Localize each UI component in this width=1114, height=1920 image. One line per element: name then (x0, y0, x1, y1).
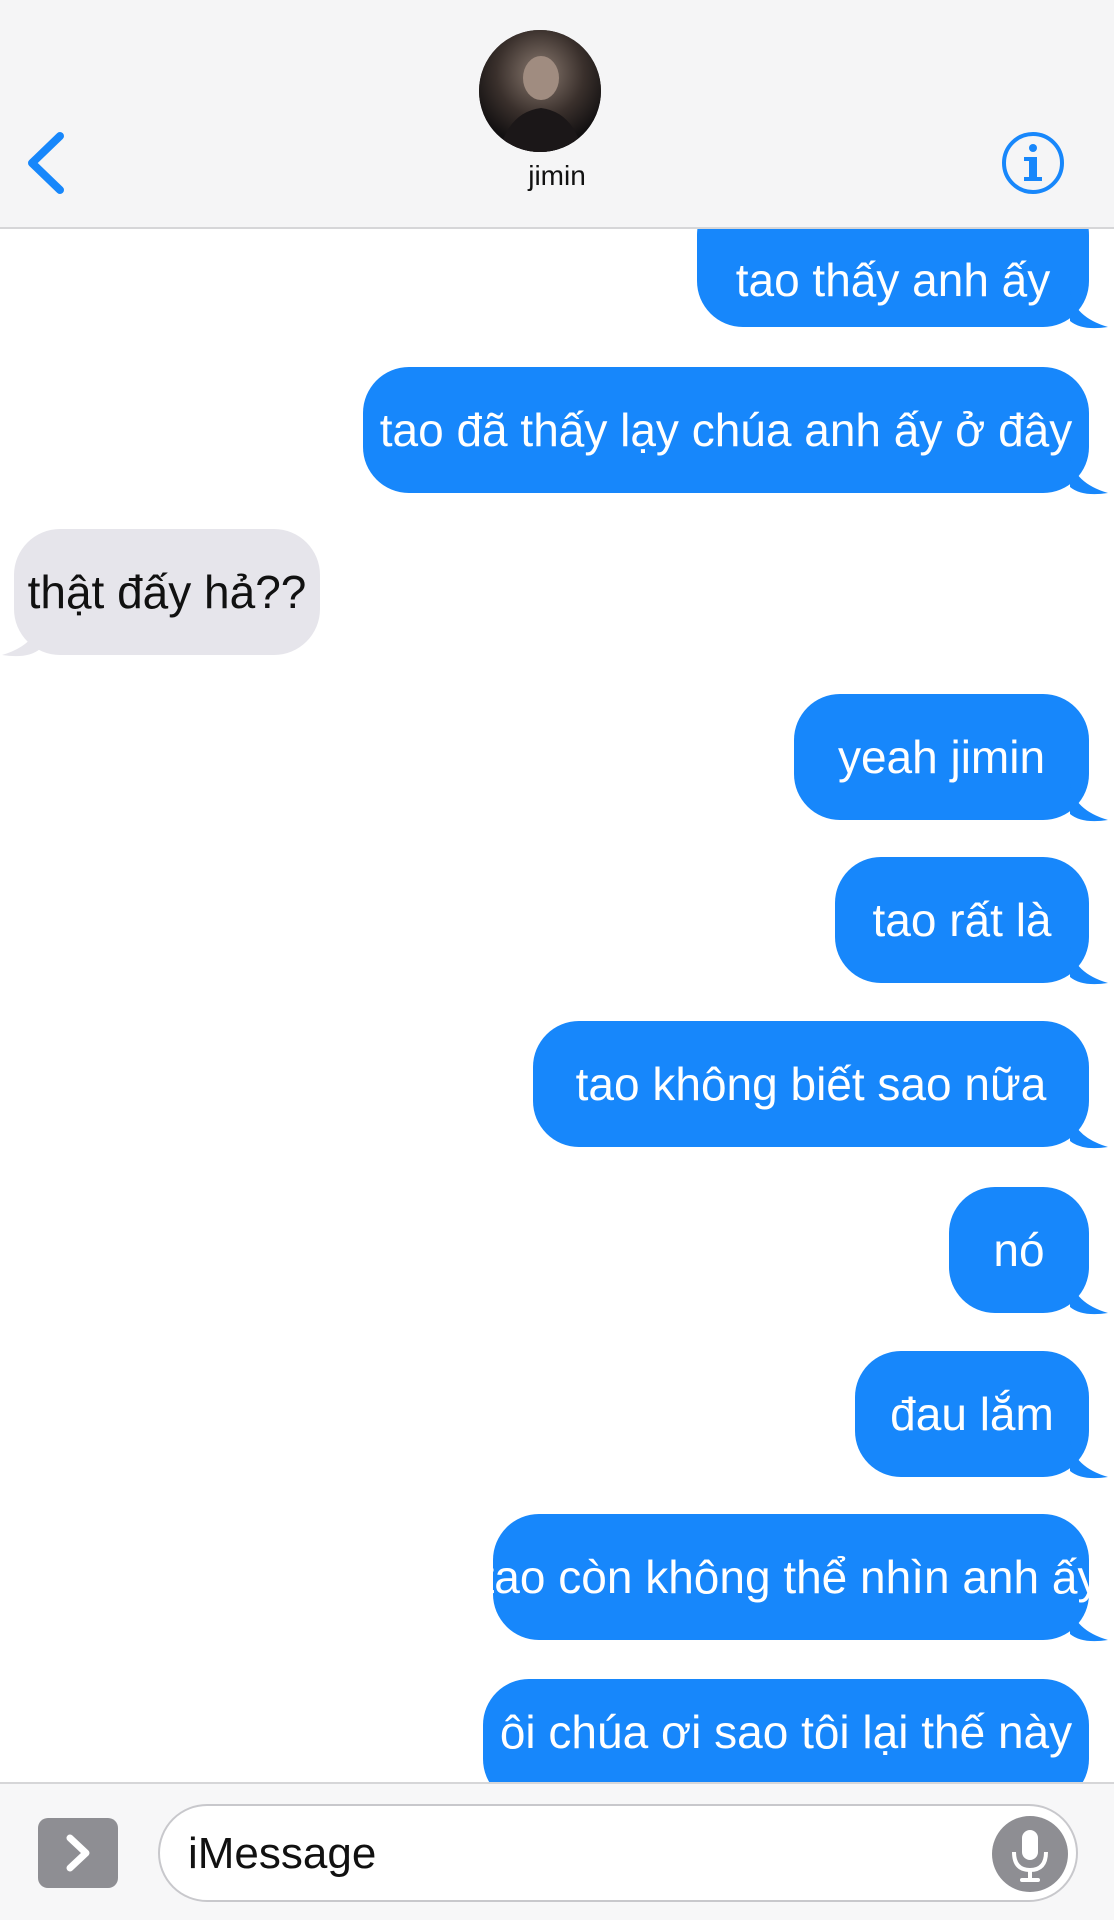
contact-name[interactable]: jimin (0, 160, 1114, 192)
bubble-tail (1070, 1111, 1108, 1149)
dictation-button[interactable] (992, 1816, 1068, 1892)
message-composer (0, 1782, 1114, 1920)
app-drawer-button[interactable] (38, 1818, 118, 1888)
message-bubble-sent[interactable]: tao thấy anh ấy (697, 229, 1089, 327)
message-text: tao rất là (872, 894, 1052, 946)
bubble-tail (1070, 1441, 1108, 1479)
conversation-header: jimin (0, 0, 1114, 229)
bubble-tail (1070, 457, 1108, 495)
message-input-container[interactable] (158, 1804, 1078, 1902)
microphone-icon (1012, 1830, 1048, 1882)
message-list[interactable]: tao thấy anh ấy tao đã thấy lạy chúa anh… (0, 229, 1114, 1782)
bubble-tail (1070, 291, 1108, 329)
bubble-tail (2, 619, 40, 657)
bubble-tail (1070, 947, 1108, 985)
bubble-tail (1070, 1277, 1108, 1315)
message-input[interactable] (186, 1806, 970, 1902)
message-bubble-sent[interactable]: yeah jimin (794, 694, 1089, 820)
message-bubble-sent[interactable]: nó (949, 1187, 1089, 1313)
message-text: ôi chúa ơi sao tôi lại thế này (499, 1706, 1073, 1758)
avatar-photo (479, 30, 601, 152)
message-bubble-received[interactable]: thật đấy hả?? (14, 529, 320, 655)
info-button[interactable] (1000, 130, 1066, 196)
message-bubble-sent[interactable]: tao rất là (835, 857, 1089, 983)
message-text: thật đấy hả?? (27, 566, 307, 618)
message-text: nó (993, 1224, 1045, 1276)
bubble-tail (1070, 784, 1108, 822)
message-text: yeah jimin (837, 731, 1046, 783)
message-text: tao còn không thể nhìn anh ấy (481, 1551, 1101, 1603)
bubble-tail (1070, 1604, 1108, 1642)
message-bubble-sent[interactable]: tao đã thấy lạy chúa anh ấy ở đây (363, 367, 1089, 493)
message-bubble-sent[interactable]: tao không biết sao nữa (533, 1021, 1089, 1147)
info-icon (1002, 132, 1064, 194)
message-bubble-sent[interactable]: tao còn không thể nhìn anh ấy (482, 1514, 1100, 1640)
messages-app: jimin tao thấy anh ấy tao đã thấy lạy ch… (0, 0, 1114, 1920)
message-bubble-sent[interactable]: ôi chúa ơi sao tôi lại thế này (483, 1679, 1089, 1782)
message-text: tao không biết sao nữa (575, 1058, 1047, 1110)
contact-avatar[interactable] (479, 30, 601, 152)
message-text: tao thấy anh ấy (735, 254, 1051, 306)
message-text: đau lắm (890, 1388, 1054, 1440)
message-bubble-sent[interactable]: đau lắm (855, 1351, 1089, 1477)
message-text: tao đã thấy lạy chúa anh ấy ở đây (379, 404, 1073, 456)
chevron-right-icon (66, 1834, 90, 1872)
